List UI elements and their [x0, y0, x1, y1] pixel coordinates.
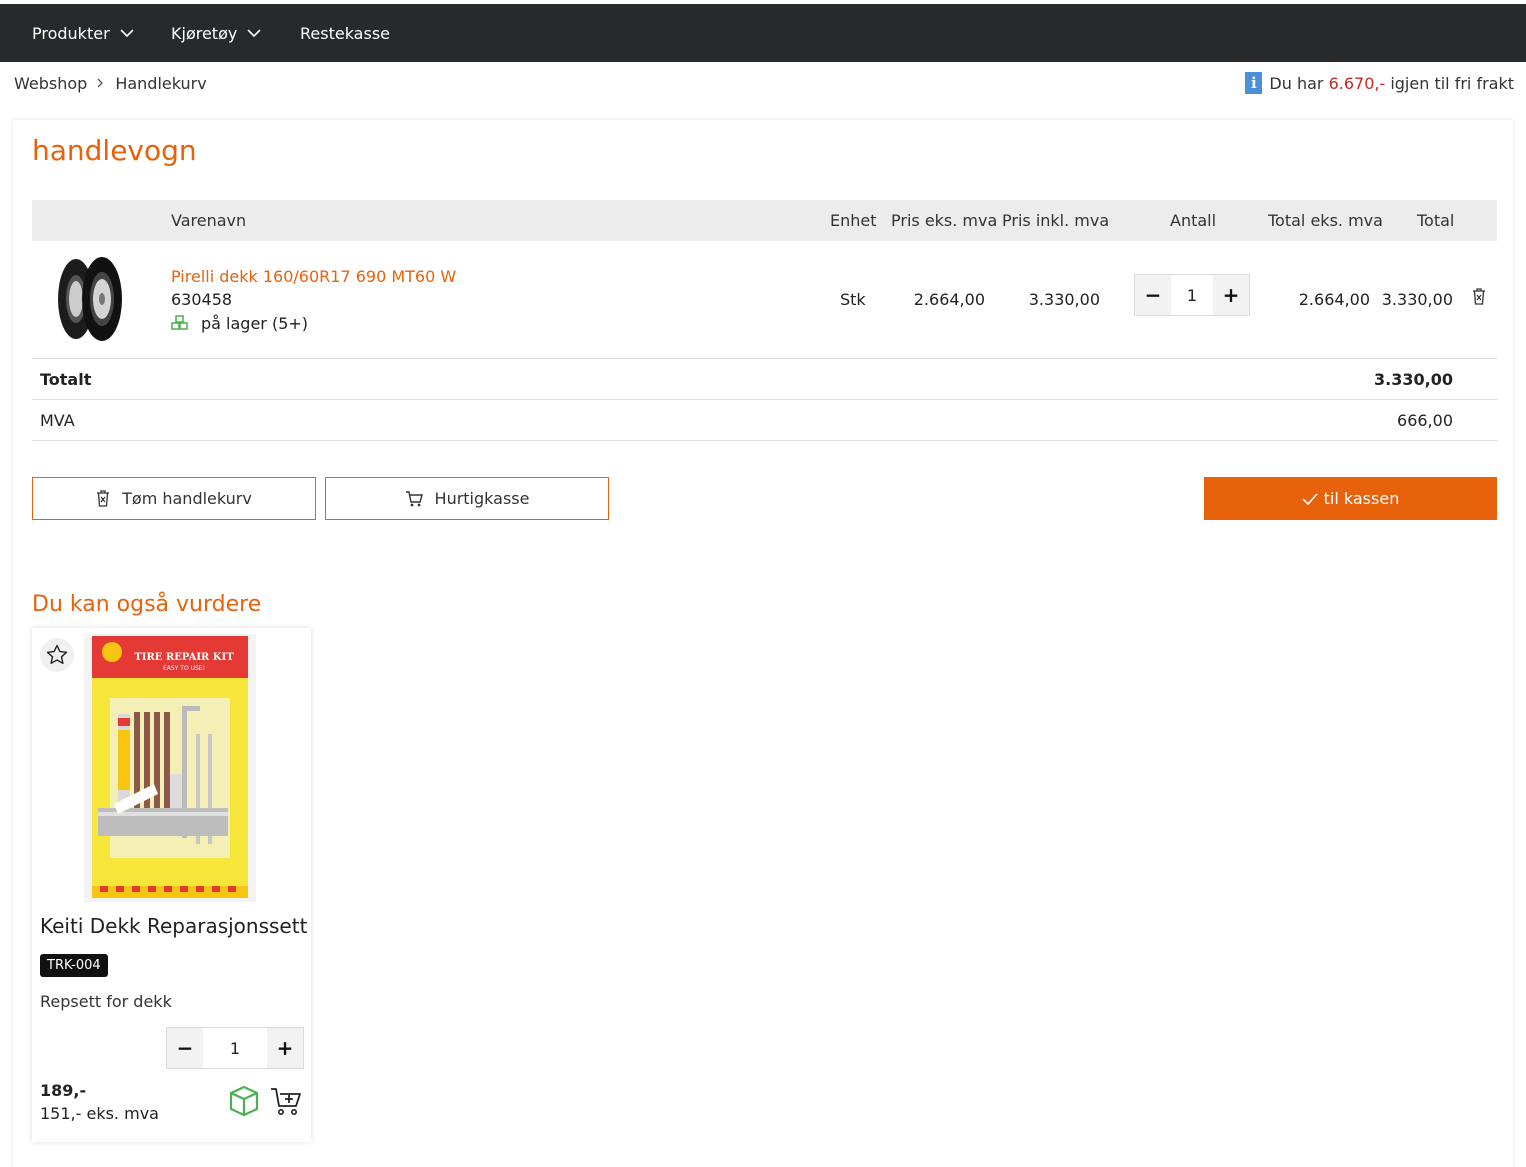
cart-table-header: Varenavn Enhet Pris eks. mva Pris inkl. … [32, 200, 1497, 241]
increase-quantity-button[interactable]: + [1213, 275, 1249, 315]
column-header: Enhet [830, 211, 877, 230]
unit-value: Stk [840, 290, 866, 309]
product-image-repair-kit[interactable]: TIRE REPAIR KIT EASY TO USE! [84, 634, 256, 902]
add-to-cart-icon[interactable] [270, 1087, 302, 1117]
summary-vat-row: MVA 666,00 [32, 400, 1497, 441]
column-header: Antall [1170, 211, 1217, 230]
product-sku-badge: TRK-004 [40, 954, 108, 977]
breadcrumb: Webshop Handlekurv [14, 72, 207, 94]
column-header: Total eks. mva [1268, 211, 1383, 230]
column-header: Pris inkl. mva [1002, 211, 1110, 230]
freight-amount: 6.670,- [1328, 73, 1386, 93]
product-price-ex-vat: 151,- eks. mva [40, 1104, 159, 1123]
checkmark-icon [1302, 492, 1318, 505]
summary-vat-value: 666,00 [1397, 411, 1453, 430]
trash-icon [97, 490, 110, 507]
card-quantity-stepper: − 1 + [166, 1027, 304, 1069]
product-image-tire[interactable] [52, 251, 128, 347]
nav-item-label: Produkter [32, 23, 110, 43]
freight-suffix: igjen til fri frakt [1390, 73, 1514, 93]
kit-sublabel-text: EASY TO USE! [163, 665, 205, 672]
product-card: TIRE REPAIR KIT EASY TO USE! Keiti Dekk … [32, 628, 311, 1142]
quantity-stepper: − 1 + [1134, 274, 1250, 316]
product-name-link[interactable]: Pirelli dekk 160/60R17 690 MT60 W [171, 267, 456, 286]
card-increase-quantity-button[interactable]: + [267, 1028, 303, 1068]
chevron-right-icon [97, 78, 104, 88]
decrease-quantity-button[interactable]: − [1135, 275, 1171, 315]
summary-total-label: Totalt [40, 370, 92, 389]
remove-item-trash-icon[interactable] [1472, 288, 1486, 305]
nav-item-label: Kjøretøy [171, 23, 238, 43]
free-freight-notice: i Du har 6.670,- igjen til fri frakt [1245, 71, 1514, 95]
breadcrumb-handlekurv[interactable]: Handlekurv [115, 74, 206, 93]
page-title: handlevogn [32, 134, 197, 167]
freight-prefix: Du har [1269, 73, 1324, 93]
nav-item-kjoretoy[interactable]: Kjøretøy [171, 4, 261, 62]
column-header: Total [1417, 211, 1455, 230]
checkout-button[interactable]: til kassen [1204, 477, 1497, 520]
kit-label-text: TIRE REPAIR KIT [134, 652, 234, 663]
stock-boxes-icon [171, 315, 188, 330]
chevron-down-icon [247, 29, 261, 38]
add-to-favorites-button[interactable] [40, 638, 74, 672]
cart-row: Pirelli dekk 160/60R17 690 MT60 W 630458… [32, 241, 1497, 359]
price-inc-value: 3.330,00 [1028, 290, 1100, 309]
recommendations-title: Du kan også vurdere [32, 592, 262, 617]
stock-box-icon [229, 1085, 259, 1117]
empty-cart-button[interactable]: Tøm handlekurv [32, 477, 316, 520]
cart-icon [405, 490, 423, 506]
quick-checkout-button[interactable]: Hurtigkasse [325, 477, 609, 520]
column-header: Varenavn [171, 211, 247, 230]
empty-cart-label: Tøm handlekurv [122, 489, 252, 508]
product-sku: 630458 [171, 290, 233, 309]
breadcrumb-webshop[interactable]: Webshop [14, 74, 87, 93]
total-value: 3.330,00 [1381, 290, 1453, 309]
nav-item-restekasse[interactable]: Restekasse [300, 4, 390, 62]
product-price: 189,- [40, 1081, 87, 1100]
chevron-down-icon [120, 29, 134, 38]
nav-item-label: Restekasse [300, 23, 390, 43]
product-card-title[interactable]: Keiti Dekk Reparasjonssett [40, 914, 307, 938]
summary-total-value: 3.330,00 [1374, 370, 1453, 389]
price-ex-value: 2.664,00 [913, 290, 985, 309]
product-description: Repsett for dekk [40, 992, 172, 1011]
card-decrease-quantity-button[interactable]: − [167, 1028, 203, 1068]
stock-status: på lager (5+) [201, 314, 309, 333]
checkout-label: til kassen [1323, 489, 1400, 508]
summary-total-row: Totalt 3.330,00 [32, 359, 1497, 400]
quantity-input[interactable]: 1 [1171, 275, 1213, 315]
quick-checkout-label: Hurtigkasse [434, 489, 530, 508]
card-quantity-input[interactable]: 1 [203, 1028, 267, 1068]
info-icon: i [1245, 72, 1263, 94]
total-ex-value: 2.664,00 [1298, 290, 1370, 309]
summary-vat-label: MVA [40, 411, 75, 430]
star-icon [46, 644, 68, 664]
nav-item-produkter[interactable]: Produkter [32, 4, 134, 62]
top-navigation: Produkter Kjøretøy Restekasse [0, 4, 1526, 62]
column-header: Pris eks. mva [891, 211, 998, 230]
